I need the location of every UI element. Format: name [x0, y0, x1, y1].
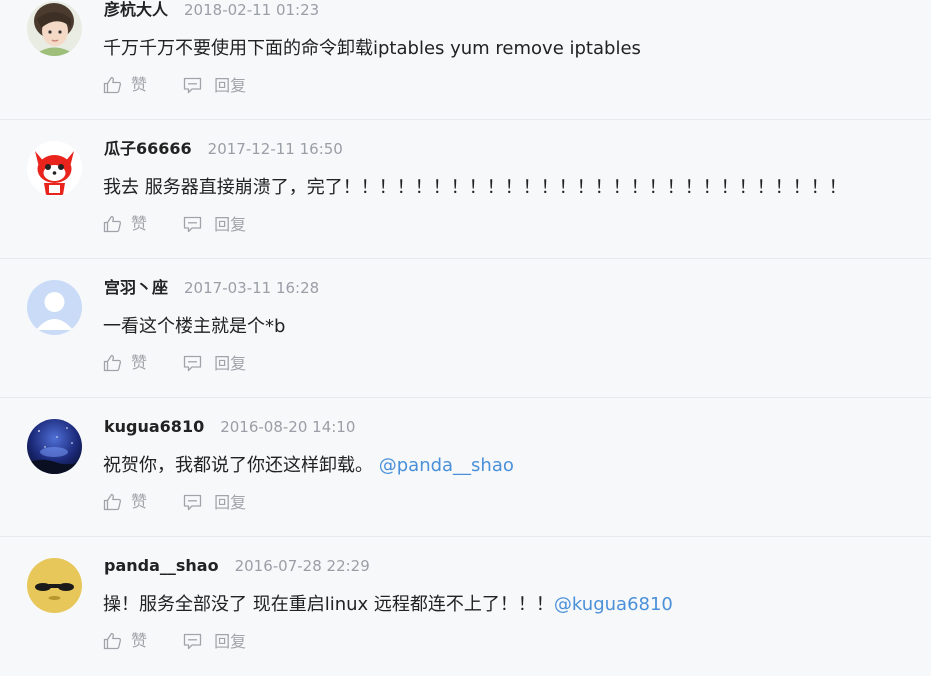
avatar[interactable]: [27, 1, 82, 56]
like-button[interactable]: 赞: [103, 214, 147, 234]
cartoon-fox-icon: [27, 141, 82, 196]
mention-link[interactable]: @panda__shao: [379, 455, 514, 476]
comment-header: 瓜子66666 2017-12-11 16:50: [104, 139, 343, 159]
username[interactable]: kugua6810: [104, 417, 204, 436]
comment-text: 我去 服务器直接崩溃了，完了！！！！！！！！！！！！！！！！！！！！！！！！！！…: [103, 176, 847, 200]
reply-button[interactable]: 回复: [183, 354, 246, 374]
chat-bubble-icon: [183, 494, 202, 511]
timestamp: 2016-07-28 22:29: [234, 557, 370, 575]
comment-actions: 赞 回复: [103, 75, 246, 95]
like-label: 赞: [131, 75, 148, 94]
mention-link[interactable]: @kugua6810: [554, 594, 673, 615]
comment-actions: 赞 回复: [103, 353, 246, 373]
comment-body: 一看这个楼主就是个*b: [103, 316, 286, 337]
comment-item: kugua6810 2016-08-20 14:10 祝贺你，我都说了你还这样卸载…: [0, 398, 931, 537]
comment-body: 我去 服务器直接崩溃了，完了！！！！！！！！！！！！！！！！！！！！！！！！！！…: [103, 177, 847, 198]
username[interactable]: 彦杭大人: [104, 0, 168, 19]
like-button[interactable]: 赞: [103, 353, 147, 373]
reply-label: 回复: [214, 631, 247, 651]
chat-bubble-icon: [183, 216, 202, 233]
like-button[interactable]: 赞: [103, 492, 147, 512]
night-sky-icon: [27, 419, 82, 474]
yellow-face-icon: [27, 558, 82, 613]
thumbs-up-icon: [103, 632, 121, 650]
like-label: 赞: [131, 631, 148, 650]
avatar[interactable]: [27, 141, 82, 196]
like-label: 赞: [131, 492, 148, 511]
thumbs-up-icon: [103, 215, 121, 233]
username[interactable]: 宫羽丶座: [104, 278, 168, 297]
username[interactable]: 瓜子66666: [104, 139, 192, 158]
avatar[interactable]: [27, 280, 82, 335]
comment-header: kugua6810 2016-08-20 14:10: [104, 417, 355, 437]
comment-item: 宫羽丶座 2017-03-11 16:28 一看这个楼主就是个*b 赞 回复: [0, 259, 931, 398]
thumbs-up-icon: [103, 493, 121, 511]
timestamp: 2017-03-11 16:28: [184, 279, 320, 297]
comment-item: 彦杭大人 2018-02-11 01:23 千万千万不要使用下面的命令卸载ipta…: [0, 0, 931, 120]
comment-actions: 赞 回复: [103, 631, 246, 651]
comment-list: 彦杭大人 2018-02-11 01:23 千万千万不要使用下面的命令卸载ipta…: [0, 0, 931, 676]
comment-body: 祝贺你，我都说了你还这样卸载。: [103, 455, 373, 476]
comment-header: 彦杭大人 2018-02-11 01:23: [104, 0, 319, 20]
like-label: 赞: [131, 214, 148, 233]
comment-body: 千万千万不要使用下面的命令卸载iptables yum remove iptab…: [103, 38, 641, 59]
comment-text: 操！服务全部没了 现在重启linux 远程都连不上了！！！@kugua6810: [103, 593, 673, 617]
comment-item: 瓜子66666 2017-12-11 16:50 我去 服务器直接崩溃了，完了！！…: [0, 120, 931, 259]
avatar[interactable]: [27, 558, 82, 613]
comment-text: 祝贺你，我都说了你还这样卸载。 @panda__shao: [103, 454, 514, 478]
reply-button[interactable]: 回复: [183, 76, 246, 96]
reply-button[interactable]: 回复: [183, 632, 246, 652]
timestamp: 2018-02-11 01:23: [184, 1, 320, 19]
comment-text: 一看这个楼主就是个*b: [103, 315, 285, 339]
username[interactable]: panda__shao: [104, 556, 219, 575]
comment-text: 千万千万不要使用下面的命令卸载iptables yum remove iptab…: [103, 37, 641, 61]
comment-item: panda__shao 2016-07-28 22:29 操！服务全部没了 现在重…: [0, 537, 931, 676]
reply-label: 回复: [214, 492, 247, 512]
default-user-icon: [27, 280, 82, 335]
avatar[interactable]: [27, 419, 82, 474]
reply-button[interactable]: 回复: [183, 215, 246, 235]
reply-label: 回复: [214, 353, 247, 373]
like-button[interactable]: 赞: [103, 75, 147, 95]
like-label: 赞: [131, 353, 148, 372]
like-button[interactable]: 赞: [103, 631, 147, 651]
comment-header: panda__shao 2016-07-28 22:29: [104, 556, 370, 576]
comment-actions: 赞 回复: [103, 214, 246, 234]
comment-body: 操！服务全部没了 现在重启linux 远程都连不上了！！！: [103, 594, 554, 615]
reply-label: 回复: [214, 214, 247, 234]
comment-header: 宫羽丶座 2017-03-11 16:28: [104, 278, 319, 298]
timestamp: 2016-08-20 14:10: [220, 418, 356, 436]
chat-bubble-icon: [183, 355, 202, 372]
thumbs-up-icon: [103, 76, 121, 94]
chat-bubble-icon: [183, 633, 202, 650]
thumbs-up-icon: [103, 354, 121, 372]
reply-button[interactable]: 回复: [183, 493, 246, 513]
comment-actions: 赞 回复: [103, 492, 246, 512]
avatar-photo-icon: [27, 1, 82, 56]
chat-bubble-icon: [183, 77, 202, 94]
reply-label: 回复: [214, 75, 247, 95]
timestamp: 2017-12-11 16:50: [207, 140, 343, 158]
